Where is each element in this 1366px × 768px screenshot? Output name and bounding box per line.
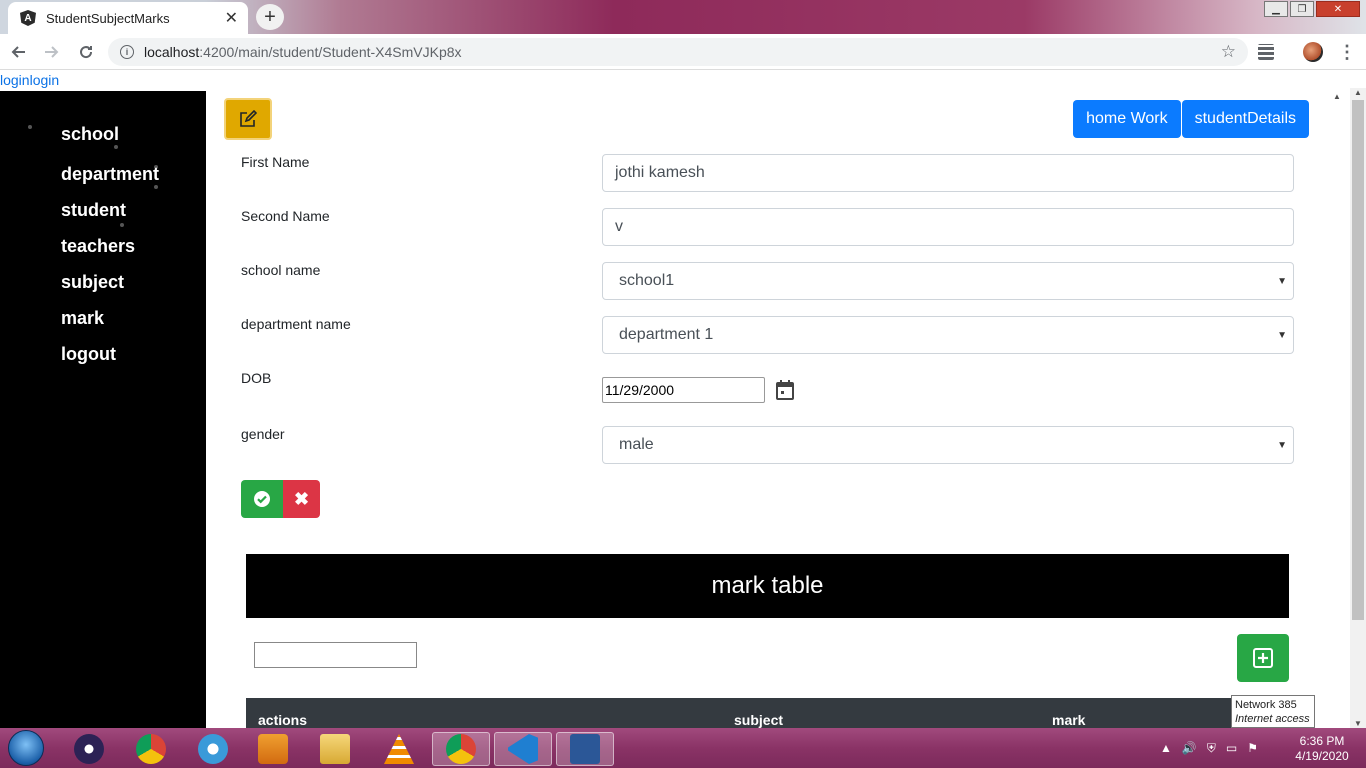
media-player-icon[interactable] [244,732,302,766]
school-name-select[interactable]: school1 ▼ [602,262,1294,300]
scroll-down-icon[interactable]: ▼ [1354,719,1362,728]
tooltip-line-1: Network 385 [1235,699,1297,711]
mark-table-header: actions subject mark [246,698,1289,728]
sidebar-item-mark[interactable]: mark [61,307,159,343]
first-name-label: First Name [241,154,310,170]
gender-select[interactable]: male ▼ [602,426,1294,464]
back-icon[interactable] [2,36,34,68]
browser-tab[interactable]: A StudentSubjectMarks ✕ [8,2,248,34]
chrome-active-icon[interactable] [432,732,490,766]
browser-toolbar: i localhost:4200/main/student/Student-X4… [0,34,1366,70]
sidebar: school department student teachers subje… [0,91,206,728]
sidebar-decoration [28,125,32,129]
windows-start-icon[interactable] [8,730,44,766]
site-info-icon[interactable]: i [120,45,134,59]
internet-explorer-icon[interactable] [184,732,242,766]
word-icon[interactable] [556,732,614,766]
save-button[interactable] [241,480,283,518]
header-button-group: home Work studentDetails [1073,100,1309,138]
check-circle-icon [254,491,270,507]
department-name-select[interactable]: department 1 ▼ [602,316,1294,354]
profile-avatar[interactable] [1303,42,1323,62]
clock-date: 4/19/2020 [1295,749,1349,763]
first-name-input[interactable]: jothi kamesh [602,154,1294,192]
second-name-input[interactable]: v [602,208,1294,246]
maximize-icon[interactable]: ❐ [1290,1,1314,17]
scroll-up-icon[interactable]: ▲ [1354,88,1362,97]
department-name-label: department name [241,316,351,332]
system-tray: ▲ 🔊 ⛨ ▭ ⚑ [1160,728,1258,768]
scroll-up-icon[interactable]: ▲ [1333,92,1341,101]
cancel-button[interactable]: ✖ [283,480,320,518]
edit-icon [240,110,257,127]
vscode-icon[interactable] [494,732,552,766]
network-icon[interactable]: ▭ [1226,741,1237,755]
url-path: :4200/main/student/Student-X4SmVJKp8x [199,44,462,60]
gender-value: male [619,436,654,453]
vlc-icon[interactable] [370,732,428,766]
scrollbar-thumb[interactable] [1352,100,1364,620]
page-content: loginlogin school department student tea… [0,70,1350,728]
tray-expand-icon[interactable]: ▲ [1160,741,1172,755]
page-scrollbar[interactable]: ▲ ▼ [1350,88,1366,728]
sidebar-item-teachers[interactable]: teachers [61,235,159,271]
student-details-button[interactable]: studentDetails [1181,100,1309,138]
minimize-icon[interactable]: ▁ [1264,1,1288,17]
tooltip-line-2: Internet access [1235,713,1310,725]
edit-button[interactable] [224,98,272,140]
tab-title: StudentSubjectMarks [46,10,170,26]
action-center-flag-icon[interactable]: ⚑ [1247,741,1258,755]
new-tab-button[interactable]: + [256,4,284,30]
add-mark-button[interactable] [1237,634,1289,682]
column-header-actions: actions [258,712,308,728]
inner-scrollbar[interactable]: ▲ [1330,88,1344,728]
clock-time: 6:36 PM [1299,734,1345,748]
bookmark-star-icon[interactable]: ☆ [1221,42,1236,62]
mark-table-title: mark table [246,554,1289,618]
window-controls: ▁ ❐ ✕ [1264,1,1360,17]
login-link[interactable]: loginlogin [0,72,59,88]
extension-icon[interactable] [1258,44,1274,60]
forward-icon[interactable] [36,36,68,68]
eclipse-icon[interactable] [60,732,118,766]
sidebar-item-school[interactable]: school [61,123,159,163]
angular-icon: A [20,10,36,26]
file-explorer-icon[interactable] [306,732,364,766]
url-host: localhost [144,44,200,60]
network-tooltip: Network 385 Internet access [1231,695,1315,728]
home-work-button[interactable]: home Work [1073,100,1181,138]
reload-icon[interactable] [70,36,102,68]
second-name-label: Second Name [241,208,330,224]
dob-input[interactable]: 11/29/2000 [602,377,765,403]
window-close-icon[interactable]: ✕ [1316,1,1360,17]
column-header-mark: mark [1052,712,1086,728]
sidebar-item-subject[interactable]: subject [61,271,159,307]
sidebar-item-department[interactable]: department [61,163,159,199]
chevron-down-icon: ▼ [1277,329,1287,341]
taskbar: ▲ 🔊 ⛨ ▭ ⚑ 6:36 PM 4/19/2020 [0,728,1366,768]
chevron-down-icon: ▼ [1277,275,1287,287]
sidebar-item-logout[interactable]: logout [61,343,159,379]
close-icon: ✖ [293,488,310,509]
sidebar-menu: school department student teachers subje… [61,123,159,379]
gender-label: gender [241,426,285,442]
sidebar-item-student[interactable]: student [61,199,159,235]
chevron-down-icon: ▼ [1277,439,1287,451]
browser-menu-icon[interactable]: ⋮ [1338,42,1356,63]
school-name-label: school name [241,262,321,278]
clock[interactable]: 6:36 PM 4/19/2020 [1290,734,1354,764]
volume-icon[interactable]: 🔊 [1182,741,1197,755]
security-icon[interactable]: ⛨ [1207,741,1216,756]
column-header-subject: subject [734,712,784,728]
address-bar[interactable]: i localhost:4200/main/student/Student-X4… [108,38,1248,66]
calendar-icon[interactable] [776,380,794,400]
school-name-value: school1 [619,272,675,289]
department-name-value: department 1 [619,326,714,343]
dob-label: DOB [241,370,272,386]
mark-search-input[interactable] [254,642,417,668]
plus-square-icon [1253,648,1273,668]
browser-tab-bar: A StudentSubjectMarks ✕ + ▁ ❐ ✕ [0,0,1366,34]
chrome-icon[interactable] [122,732,180,766]
tab-close-icon[interactable]: ✕ [225,8,238,28]
